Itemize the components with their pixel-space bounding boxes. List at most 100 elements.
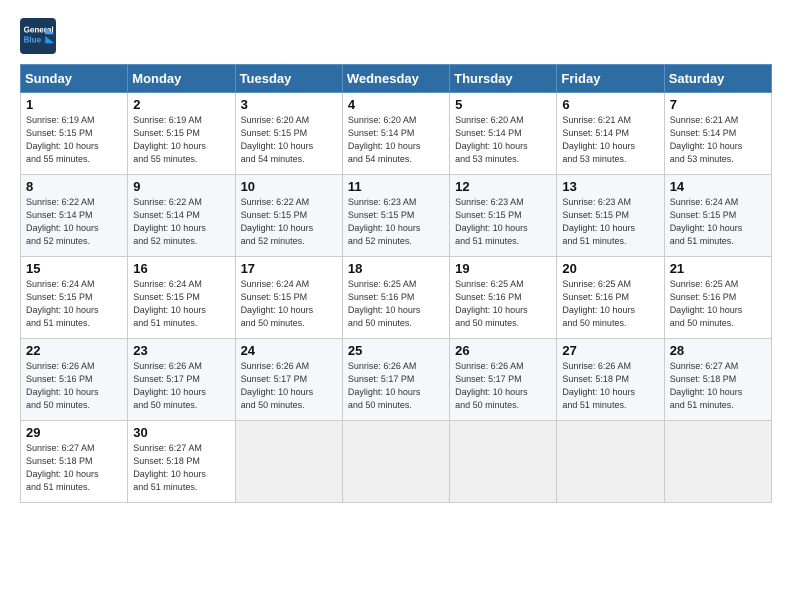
day-number: 20 xyxy=(562,261,658,276)
day-info: Sunrise: 6:20 AM Sunset: 5:14 PM Dayligh… xyxy=(455,114,551,166)
table-row: 27 Sunrise: 6:26 AM Sunset: 5:18 PM Dayli… xyxy=(557,339,664,421)
table-row: 7 Sunrise: 6:21 AM Sunset: 5:14 PM Daylig… xyxy=(664,93,771,175)
day-number: 9 xyxy=(133,179,229,194)
day-number: 26 xyxy=(455,343,551,358)
day-number: 21 xyxy=(670,261,766,276)
day-info: Sunrise: 6:23 AM Sunset: 5:15 PM Dayligh… xyxy=(348,196,444,248)
calendar: Sunday Monday Tuesday Wednesday Thursday… xyxy=(20,64,772,503)
table-row xyxy=(342,421,449,503)
col-sunday: Sunday xyxy=(21,65,128,93)
day-number: 11 xyxy=(348,179,444,194)
day-number: 2 xyxy=(133,97,229,112)
logo: General Blue xyxy=(20,18,62,54)
table-row: 5 Sunrise: 6:20 AM Sunset: 5:14 PM Daylig… xyxy=(450,93,557,175)
table-row: 22 Sunrise: 6:26 AM Sunset: 5:16 PM Dayli… xyxy=(21,339,128,421)
day-number: 23 xyxy=(133,343,229,358)
day-number: 18 xyxy=(348,261,444,276)
day-number: 14 xyxy=(670,179,766,194)
table-row: 29 Sunrise: 6:27 AM Sunset: 5:18 PM Dayli… xyxy=(21,421,128,503)
day-info: Sunrise: 6:24 AM Sunset: 5:15 PM Dayligh… xyxy=(133,278,229,330)
day-info: Sunrise: 6:25 AM Sunset: 5:16 PM Dayligh… xyxy=(562,278,658,330)
day-number: 4 xyxy=(348,97,444,112)
table-row: 3 Sunrise: 6:20 AM Sunset: 5:15 PM Daylig… xyxy=(235,93,342,175)
table-row: 2 Sunrise: 6:19 AM Sunset: 5:15 PM Daylig… xyxy=(128,93,235,175)
table-row: 23 Sunrise: 6:26 AM Sunset: 5:17 PM Dayli… xyxy=(128,339,235,421)
table-row: 30 Sunrise: 6:27 AM Sunset: 5:18 PM Dayli… xyxy=(128,421,235,503)
col-thursday: Thursday xyxy=(450,65,557,93)
day-number: 15 xyxy=(26,261,122,276)
table-row: 4 Sunrise: 6:20 AM Sunset: 5:14 PM Daylig… xyxy=(342,93,449,175)
table-row: 20 Sunrise: 6:25 AM Sunset: 5:16 PM Dayli… xyxy=(557,257,664,339)
day-info: Sunrise: 6:23 AM Sunset: 5:15 PM Dayligh… xyxy=(562,196,658,248)
day-info: Sunrise: 6:23 AM Sunset: 5:15 PM Dayligh… xyxy=(455,196,551,248)
day-number: 1 xyxy=(26,97,122,112)
page: General Blue Sunday Monday Tuesday Wedne… xyxy=(0,0,792,612)
day-info: Sunrise: 6:26 AM Sunset: 5:17 PM Dayligh… xyxy=(133,360,229,412)
day-number: 24 xyxy=(241,343,337,358)
table-row xyxy=(450,421,557,503)
table-row xyxy=(235,421,342,503)
col-wednesday: Wednesday xyxy=(342,65,449,93)
day-number: 13 xyxy=(562,179,658,194)
table-row: 10 Sunrise: 6:22 AM Sunset: 5:15 PM Dayli… xyxy=(235,175,342,257)
day-info: Sunrise: 6:26 AM Sunset: 5:17 PM Dayligh… xyxy=(455,360,551,412)
table-row: 21 Sunrise: 6:25 AM Sunset: 5:16 PM Dayli… xyxy=(664,257,771,339)
table-row: 17Sunrise: 6:24 AM Sunset: 5:15 PM Dayli… xyxy=(235,257,342,339)
day-number: 8 xyxy=(26,179,122,194)
day-number: 25 xyxy=(348,343,444,358)
table-row: 9 Sunrise: 6:22 AM Sunset: 5:14 PM Daylig… xyxy=(128,175,235,257)
day-info: Sunrise: 6:20 AM Sunset: 5:15 PM Dayligh… xyxy=(241,114,337,166)
table-row: 26 Sunrise: 6:26 AM Sunset: 5:17 PM Dayli… xyxy=(450,339,557,421)
day-info: Sunrise: 6:27 AM Sunset: 5:18 PM Dayligh… xyxy=(670,360,766,412)
day-number: 30 xyxy=(133,425,229,440)
table-row: 18 Sunrise: 6:25 AM Sunset: 5:16 PM Dayli… xyxy=(342,257,449,339)
table-row: 16Sunrise: 6:24 AM Sunset: 5:15 PM Dayli… xyxy=(128,257,235,339)
day-info: Sunrise: 6:24 AM Sunset: 5:15 PM Dayligh… xyxy=(26,278,122,330)
day-info: Sunrise: 6:22 AM Sunset: 5:14 PM Dayligh… xyxy=(133,196,229,248)
header: General Blue xyxy=(20,18,772,54)
day-number: 7 xyxy=(670,97,766,112)
day-info: Sunrise: 6:25 AM Sunset: 5:16 PM Dayligh… xyxy=(670,278,766,330)
day-number: 10 xyxy=(241,179,337,194)
table-row: 6 Sunrise: 6:21 AM Sunset: 5:14 PM Daylig… xyxy=(557,93,664,175)
day-info: Sunrise: 6:19 AM Sunset: 5:15 PM Dayligh… xyxy=(133,114,229,166)
day-info: Sunrise: 6:24 AM Sunset: 5:15 PM Dayligh… xyxy=(670,196,766,248)
day-info: Sunrise: 6:20 AM Sunset: 5:14 PM Dayligh… xyxy=(348,114,444,166)
col-friday: Friday xyxy=(557,65,664,93)
day-number: 29 xyxy=(26,425,122,440)
table-row: 11 Sunrise: 6:23 AM Sunset: 5:15 PM Dayli… xyxy=(342,175,449,257)
day-info: Sunrise: 6:27 AM Sunset: 5:18 PM Dayligh… xyxy=(133,442,229,494)
day-number: 3 xyxy=(241,97,337,112)
day-info: Sunrise: 6:21 AM Sunset: 5:14 PM Dayligh… xyxy=(670,114,766,166)
col-monday: Monday xyxy=(128,65,235,93)
svg-text:Blue: Blue xyxy=(24,35,42,44)
table-row xyxy=(664,421,771,503)
calendar-header-row: Sunday Monday Tuesday Wednesday Thursday… xyxy=(21,65,772,93)
col-tuesday: Tuesday xyxy=(235,65,342,93)
day-number: 12 xyxy=(455,179,551,194)
table-row: 13 Sunrise: 6:23 AM Sunset: 5:15 PM Dayli… xyxy=(557,175,664,257)
day-info: Sunrise: 6:21 AM Sunset: 5:14 PM Dayligh… xyxy=(562,114,658,166)
day-number: 19 xyxy=(455,261,551,276)
table-row: 14 Sunrise: 6:24 AM Sunset: 5:15 PM Dayli… xyxy=(664,175,771,257)
day-info: Sunrise: 6:27 AM Sunset: 5:18 PM Dayligh… xyxy=(26,442,122,494)
logo-icon: General Blue xyxy=(20,18,56,54)
day-info: Sunrise: 6:26 AM Sunset: 5:18 PM Dayligh… xyxy=(562,360,658,412)
table-row: 25Sunrise: 6:26 AM Sunset: 5:17 PM Dayli… xyxy=(342,339,449,421)
day-info: Sunrise: 6:24 AM Sunset: 5:15 PM Dayligh… xyxy=(241,278,337,330)
col-saturday: Saturday xyxy=(664,65,771,93)
table-row: 19 Sunrise: 6:25 AM Sunset: 5:16 PM Dayli… xyxy=(450,257,557,339)
day-number: 28 xyxy=(670,343,766,358)
day-info: Sunrise: 6:19 AM Sunset: 5:15 PM Dayligh… xyxy=(26,114,122,166)
day-number: 5 xyxy=(455,97,551,112)
day-info: Sunrise: 6:22 AM Sunset: 5:15 PM Dayligh… xyxy=(241,196,337,248)
table-row: 28 Sunrise: 6:27 AM Sunset: 5:18 PM Dayli… xyxy=(664,339,771,421)
day-number: 27 xyxy=(562,343,658,358)
day-info: Sunrise: 6:25 AM Sunset: 5:16 PM Dayligh… xyxy=(455,278,551,330)
day-info: Sunrise: 6:22 AM Sunset: 5:14 PM Dayligh… xyxy=(26,196,122,248)
table-row: 24Sunrise: 6:26 AM Sunset: 5:17 PM Dayli… xyxy=(235,339,342,421)
day-info: Sunrise: 6:25 AM Sunset: 5:16 PM Dayligh… xyxy=(348,278,444,330)
day-number: 22 xyxy=(26,343,122,358)
day-number: 6 xyxy=(562,97,658,112)
day-info: Sunrise: 6:26 AM Sunset: 5:16 PM Dayligh… xyxy=(26,360,122,412)
